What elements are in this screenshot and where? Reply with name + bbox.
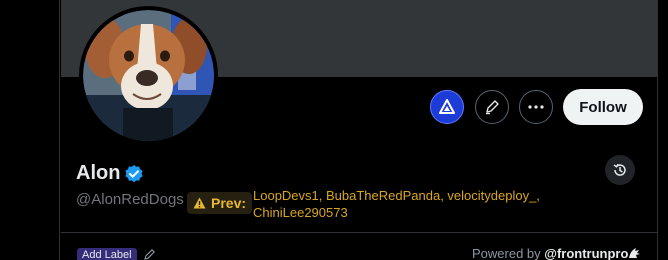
frontrun-dragon-icon bbox=[629, 248, 640, 258]
left-gutter bbox=[0, 0, 60, 260]
pencil-icon[interactable] bbox=[143, 248, 156, 260]
edit-icon bbox=[486, 100, 499, 115]
frontrun-button[interactable] bbox=[430, 90, 464, 124]
handle: @AlonRedDogs bbox=[76, 191, 184, 208]
history-button[interactable] bbox=[605, 155, 635, 185]
warning-icon bbox=[193, 197, 206, 209]
verified-icon bbox=[125, 164, 144, 182]
powered-by: Powered by @frontrunpro bbox=[472, 246, 628, 260]
avatar-photo bbox=[83, 10, 214, 141]
name-row: Alon bbox=[76, 162, 144, 185]
prev-badge: Prev: bbox=[187, 192, 253, 214]
avatar[interactable] bbox=[79, 6, 218, 145]
edit-button[interactable] bbox=[475, 90, 509, 124]
prev-label: Prev: bbox=[211, 195, 247, 211]
more-icon bbox=[528, 105, 544, 109]
right-gutter bbox=[657, 0, 668, 260]
divider bbox=[61, 232, 657, 233]
frontrun-logo-icon bbox=[439, 99, 455, 114]
add-label-button[interactable]: Add Label bbox=[77, 248, 137, 260]
history-icon bbox=[613, 163, 626, 176]
powered-by-text: Powered by bbox=[472, 246, 545, 260]
frontrun-brand-link[interactable]: @frontrunpro bbox=[544, 246, 628, 260]
more-button[interactable] bbox=[519, 90, 553, 124]
follow-button[interactable]: Follow bbox=[563, 89, 643, 125]
previous-names: LoopDevs1, BubaTheRedPanda, velocitydepl… bbox=[253, 188, 540, 220]
display-name: Alon bbox=[76, 162, 121, 184]
